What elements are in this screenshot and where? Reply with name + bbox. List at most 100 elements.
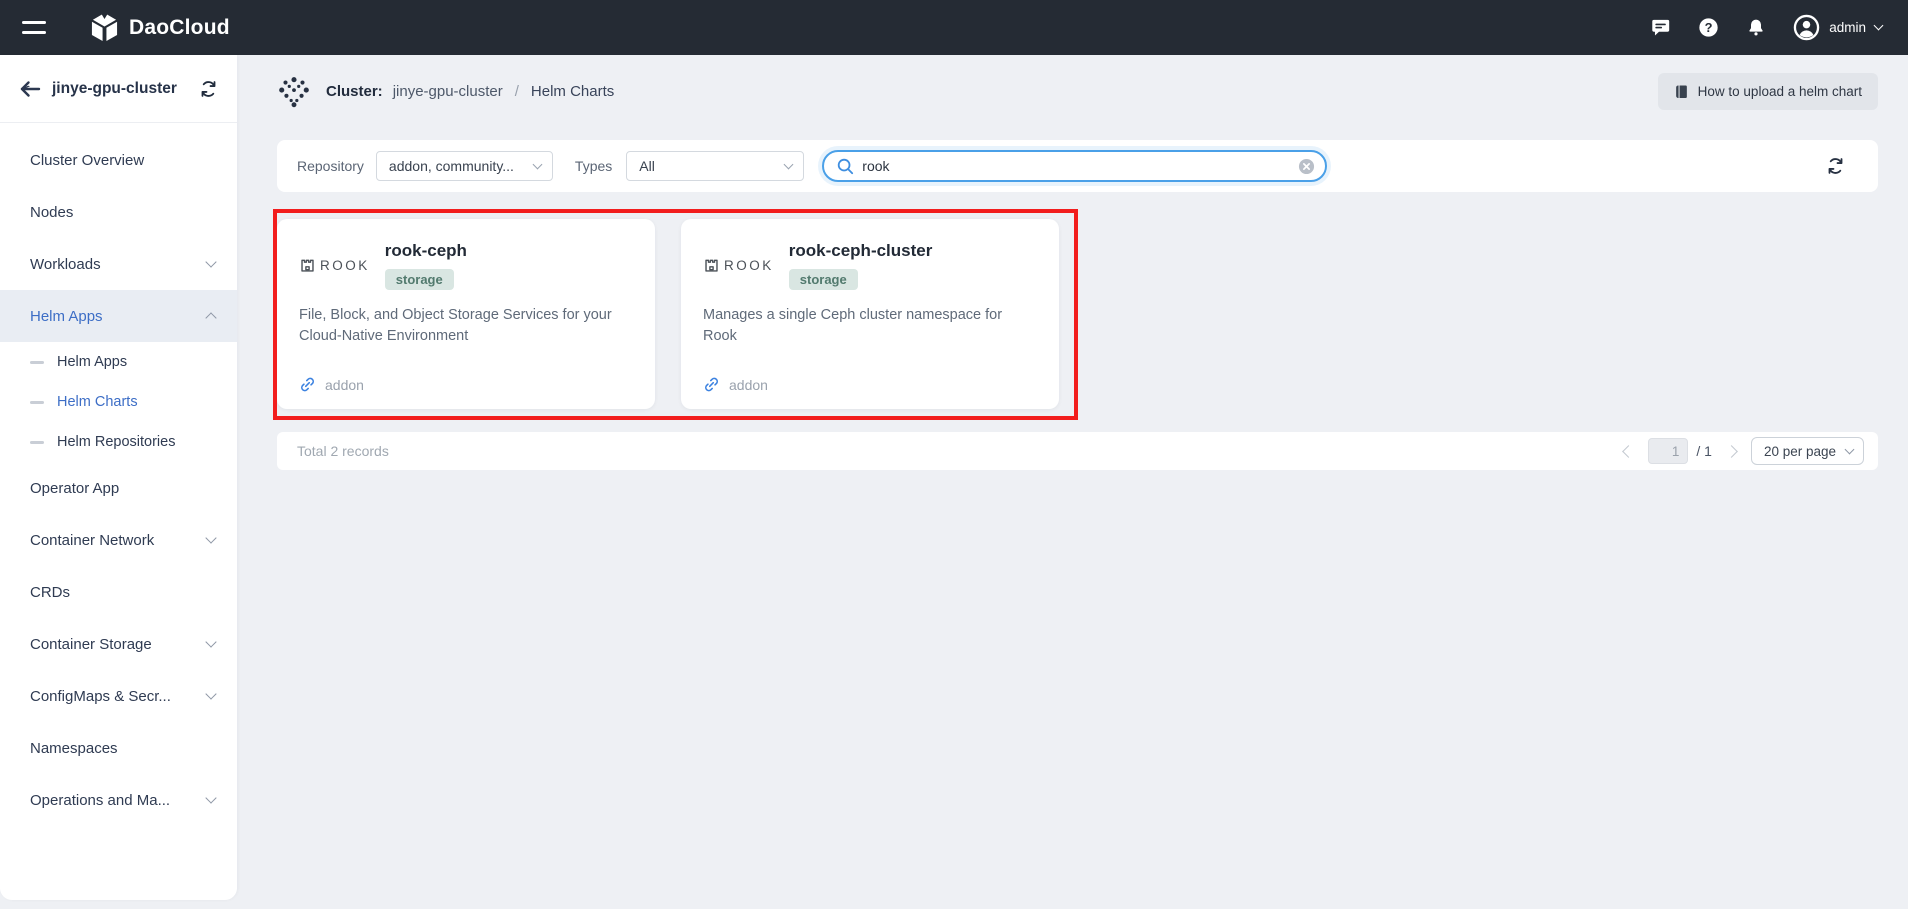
refresh-icon[interactable] [1825, 156, 1846, 176]
user-avatar-icon [1793, 14, 1820, 41]
brand-logo[interactable]: DaoCloud [90, 12, 230, 43]
chevron-down-icon [205, 256, 216, 267]
rook-logo: ROOK [703, 257, 774, 274]
sidebar-cluster-name: jinye-gpu-cluster [52, 80, 187, 98]
chart-repo-name: addon [325, 377, 364, 393]
repository-select[interactable]: addon, community... [376, 151, 553, 181]
help-button-label: How to upload a helm chart [1698, 84, 1862, 99]
notifications-bell-icon[interactable] [1746, 17, 1766, 38]
total-records-label: Total 2 records [297, 443, 389, 459]
sidebar-item-namespaces[interactable]: Namespaces [0, 722, 237, 774]
sidebar-item-helm-charts[interactable]: Helm Charts [0, 382, 237, 422]
switch-cluster-icon[interactable] [198, 79, 219, 99]
chart-repo-row: addon [299, 376, 633, 393]
sidebar-item-helm-apps-group[interactable]: Helm Apps [0, 290, 237, 342]
link-icon [703, 376, 720, 393]
sidebar-nav: Cluster Overview Nodes Workloads Helm Ap… [0, 123, 237, 826]
total-pages-label: / 1 [1696, 443, 1712, 459]
sidebar-item-workloads[interactable]: Workloads [0, 238, 237, 290]
breadcrumb-row: Cluster: jinye-gpu-cluster / Helm Charts… [277, 73, 1878, 110]
helm-chart-card-rook-ceph-cluster[interactable]: ROOK rook-ceph-cluster storage Manages a… [681, 219, 1059, 409]
sidebar-cluster-header: jinye-gpu-cluster [0, 55, 237, 123]
chevron-down-icon [205, 792, 216, 803]
search-input[interactable] [862, 158, 1290, 174]
chevron-down-icon [205, 532, 216, 543]
user-name: admin [1829, 20, 1866, 35]
user-menu[interactable]: admin [1793, 14, 1882, 41]
current-page-input[interactable]: 1 [1648, 438, 1688, 464]
rook-logo: ROOK [299, 257, 370, 274]
sidebar-item-container-storage[interactable]: Container Storage [0, 618, 237, 670]
breadcrumb-cluster-link[interactable]: jinye-gpu-cluster [393, 83, 503, 100]
types-select-value: All [639, 158, 777, 174]
svg-text:?: ? [1705, 20, 1713, 35]
page-size-select[interactable]: 20 per page [1751, 437, 1864, 465]
link-icon [299, 376, 316, 393]
search-icon [836, 157, 854, 175]
chevron-down-icon [205, 688, 216, 699]
breadcrumb-separator: / [515, 83, 519, 100]
sub-item-dash [30, 401, 44, 404]
app-root: DaoCloud ? [0, 0, 1908, 909]
topbar-actions: ? admin [1650, 14, 1882, 41]
breadcrumb: Cluster: jinye-gpu-cluster / Helm Charts [277, 75, 614, 109]
chat-icon[interactable] [1650, 17, 1671, 38]
rook-castle-icon [299, 257, 316, 274]
book-icon [1674, 84, 1689, 100]
clear-search-icon[interactable] [1298, 158, 1315, 175]
chevron-down-icon [1874, 21, 1884, 31]
main-content: Cluster: jinye-gpu-cluster / Helm Charts… [237, 55, 1908, 909]
chart-description: File, Block, and Object Storage Services… [299, 305, 633, 376]
sidebar-item-helm-apps[interactable]: Helm Apps [0, 342, 237, 382]
rook-castle-icon [703, 257, 720, 274]
chevron-up-icon [205, 312, 216, 323]
pagination-bar: Total 2 records 1 / 1 20 per page [277, 432, 1878, 470]
sidebar-item-nodes[interactable]: Nodes [0, 186, 237, 238]
pager-controls: 1 / 1 20 per page [1624, 437, 1864, 465]
top-header-bar: DaoCloud ? [0, 0, 1908, 55]
types-filter-label: Types [575, 158, 612, 174]
sidebar: jinye-gpu-cluster Cluster Overview Nodes [0, 55, 237, 900]
rook-logo-text: ROOK [320, 258, 370, 273]
brand-name: DaoCloud [129, 16, 230, 40]
helm-chart-card-rook-ceph[interactable]: ROOK rook-ceph storage File, Block, and … [277, 219, 655, 409]
chevron-down-icon [205, 636, 216, 647]
search-box[interactable] [822, 150, 1327, 182]
page-size-value: 20 per page [1764, 444, 1836, 459]
sub-item-dash [30, 361, 44, 364]
chart-title: rook-ceph [385, 241, 467, 261]
sidebar-item-cluster-overview[interactable]: Cluster Overview [0, 134, 237, 186]
sidebar-item-operations-maintenance[interactable]: Operations and Ma... [0, 774, 237, 826]
sidebar-item-configmaps-secrets[interactable]: ConfigMaps & Secr... [0, 670, 237, 722]
chart-description: Manages a single Ceph cluster namespace … [703, 305, 1037, 376]
chart-results: ROOK rook-ceph storage File, Block, and … [277, 219, 1059, 409]
breadcrumb-prefix: Cluster: [326, 83, 383, 100]
help-icon[interactable]: ? [1698, 17, 1719, 38]
chevron-down-icon [1845, 444, 1855, 454]
chart-category-tag: storage [385, 269, 454, 290]
back-arrow-icon[interactable] [19, 80, 41, 98]
cards-row: ROOK rook-ceph storage File, Block, and … [277, 219, 1059, 409]
types-select[interactable]: All [626, 151, 804, 181]
daocloud-logo-icon [90, 12, 119, 43]
repository-filter-label: Repository [297, 158, 364, 174]
chart-title: rook-ceph-cluster [789, 241, 933, 261]
sub-item-dash [30, 441, 44, 444]
cluster-dots-icon [277, 75, 311, 109]
rook-logo-text: ROOK [724, 258, 774, 273]
sidebar-item-container-network[interactable]: Container Network [0, 514, 237, 566]
current-page-value: 1 [1672, 444, 1680, 459]
menu-icon[interactable] [22, 21, 46, 33]
chevron-down-icon [532, 159, 542, 169]
sidebar-item-operator-app[interactable]: Operator App [0, 462, 237, 514]
upload-helm-chart-help-button[interactable]: How to upload a helm chart [1658, 73, 1878, 110]
chart-category-tag: storage [789, 269, 858, 290]
sidebar-item-crds[interactable]: CRDs [0, 566, 237, 618]
filter-bar: Repository addon, community... Types All [277, 140, 1878, 192]
repository-select-value: addon, community... [389, 158, 526, 174]
chevron-down-icon [784, 159, 794, 169]
prev-page-button[interactable] [1624, 447, 1633, 456]
next-page-button[interactable] [1727, 447, 1736, 456]
chevron-right-icon [1725, 445, 1738, 458]
sidebar-item-helm-repositories[interactable]: Helm Repositories [0, 422, 237, 462]
